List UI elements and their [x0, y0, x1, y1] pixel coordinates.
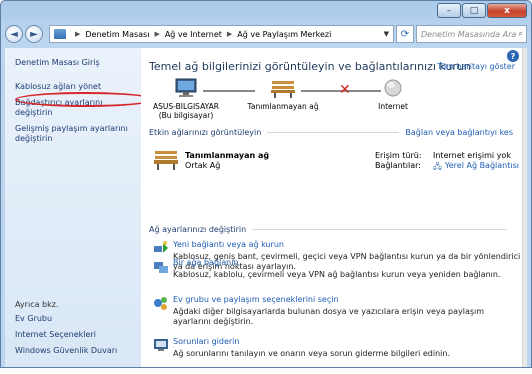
- address-bar[interactable]: ▶ Denetim Masası ▶ Ağ ve Internet ▶ Ağ v…: [49, 25, 394, 43]
- breadcrumb-control-panel[interactable]: Denetim Masası: [85, 30, 149, 39]
- map-node-network: Tanımlanmayan ağ: [243, 78, 323, 111]
- main-pane: ? Temel ağ bilgilerinizi görüntüleyin ve…: [141, 48, 527, 367]
- troubleshoot-desc: Ağ sorunlarını tanılayın ve onarın veya …: [173, 349, 451, 358]
- highlight-ellipse: [15, 92, 155, 107]
- globe-icon: [384, 79, 402, 97]
- task-troubleshoot: Sorunları giderin Ağ sorunlarını tanılay…: [173, 337, 521, 359]
- help-icon[interactable]: ?: [507, 50, 519, 62]
- access-type-row: Erişim türü: Internet erişimi yok: [375, 151, 511, 160]
- breadcrumb-separator[interactable]: ▶: [75, 30, 80, 38]
- section-divider: [267, 132, 400, 133]
- breadcrumb-network-sharing-center[interactable]: Ağ ve Paylaşım Merkezi: [237, 30, 331, 39]
- change-settings-heading: Ağ ayarlarınızı değiştirin: [149, 225, 247, 234]
- page-title: Temel ağ bilgilerinizi görüntüleyin ve b…: [149, 60, 471, 73]
- bench-icon: [271, 81, 295, 98]
- new-connection-icon: [154, 241, 168, 253]
- windows-firewall-link[interactable]: Windows Güvenlik Duvarı: [15, 346, 117, 356]
- internet-options-link[interactable]: Internet Seçenekleri: [15, 330, 117, 340]
- search-placeholder: Denetim Masasında Ara: [421, 29, 517, 39]
- advanced-sharing-link[interactable]: Gelişmiş paylaşım ayarlarını değiştirin: [15, 124, 141, 144]
- connections-label: Bağlantılar:: [375, 161, 421, 170]
- bench-icon: [154, 151, 178, 170]
- computer-name: ASUS-BILGISAYAR: [153, 102, 219, 111]
- breadcrumb-network-internet[interactable]: Ağ ve Internet: [165, 30, 222, 39]
- back-button[interactable]: ◄: [5, 25, 23, 43]
- window-controls: – □ x: [436, 3, 527, 18]
- control-panel-home-link[interactable]: Denetim Masası Giriş: [15, 58, 141, 68]
- search-icon[interactable]: ⌕: [519, 29, 523, 39]
- minimize-button[interactable]: –: [437, 3, 461, 18]
- homegroup-options-desc: Ağdaki diğer bilgisayarlarda bulunan dos…: [173, 307, 485, 326]
- troubleshoot-icon: [154, 339, 168, 351]
- no-connection-icon: ✕: [339, 82, 351, 98]
- maximize-button[interactable]: □: [462, 3, 486, 18]
- local-area-connection-link[interactable]: Yerel Ağ Bağlantısı: [445, 161, 519, 175]
- change-settings-section: Ağ ayarlarınızı değiştirin: [149, 225, 513, 234]
- ethernet-icon: 🖧: [433, 162, 442, 171]
- forward-button[interactable]: ►: [25, 25, 43, 43]
- see-also-heading: Ayrıca bkz.: [15, 300, 59, 309]
- close-button[interactable]: x: [487, 3, 527, 18]
- breadcrumb-separator[interactable]: ▶: [227, 30, 232, 38]
- active-network-panel: Tanımlanmayan ağ Ortak Ağ Erişim türü: I…: [153, 146, 525, 182]
- access-type-value: Internet erişimi yok: [433, 151, 511, 160]
- active-network-name: Tanımlanmayan ağ: [185, 151, 270, 160]
- see-full-map-link[interactable]: Tüm haritayı göster: [437, 62, 515, 71]
- search-input[interactable]: Denetim Masasında Ara ⌕: [416, 25, 527, 43]
- active-network-type-link[interactable]: Ortak Ağ: [185, 161, 220, 170]
- connections-row: Bağlantılar: 🖧 Yerel Ağ Bağlantısı: [375, 161, 519, 175]
- map-node-computer: ASUS-BILGISAYAR (Bu bilgisayar): [151, 78, 221, 120]
- connect-network-link[interactable]: Bir ağa bağlanın: [173, 258, 521, 268]
- active-networks-heading: Etkin ağlarınızı görüntüleyin: [149, 128, 262, 137]
- address-row: ◄ ► ▶ Denetim Masası ▶ Ağ ve Internet ▶ …: [5, 23, 527, 45]
- connect-network-desc: Kablosuz, kablolu, çevirmeli veya VPN ağ…: [173, 270, 501, 279]
- access-type-label: Erişim türü:: [375, 151, 422, 160]
- connect-network-icon: [154, 262, 168, 273]
- control-panel-window: – □ x ◄ ► ▶ Denetim Masası ▶ Ağ ve Inter…: [0, 0, 532, 368]
- homegroup-options-link[interactable]: Ev grubu ve paylaşım seçeneklerini seçin: [173, 295, 521, 305]
- breadcrumb-separator[interactable]: ▶: [154, 30, 159, 38]
- connect-disconnect-link[interactable]: Bağlan veya bağlantıyı kes: [405, 128, 513, 137]
- troubleshoot-link[interactable]: Sorunları giderin: [173, 337, 521, 347]
- control-panel-icon: [54, 29, 66, 39]
- computer-icon: [175, 78, 197, 97]
- see-also-links: Ev Grubu Internet Seçenekleri Windows Gü…: [15, 314, 117, 362]
- address-dropdown-icon[interactable]: ▼: [384, 30, 389, 38]
- task-connect-network: Bir ağa bağlanın Kablosuz, kablolu, çevi…: [173, 258, 521, 280]
- refresh-button[interactable]: ⟳: [396, 25, 414, 43]
- section-divider: [252, 229, 507, 230]
- vertical-scrollbar[interactable]: [522, 48, 527, 367]
- manage-wireless-link[interactable]: Kablosuz ağları yönet: [15, 82, 141, 92]
- task-homegroup: Ev grubu ve paylaşım seçeneklerini seçin…: [173, 295, 521, 327]
- new-connection-link[interactable]: Yeni bağlantı veya ağ kurun: [173, 240, 521, 250]
- homegroup-icon: [154, 297, 167, 310]
- computer-sub: (Bu bilgisayar): [158, 111, 214, 120]
- map-node-internet: Internet: [363, 78, 423, 111]
- network-name[interactable]: Tanımlanmayan ağ: [243, 102, 323, 111]
- active-networks-section: Etkin ağlarınızı görüntüleyin Bağlan vey…: [149, 128, 513, 137]
- network-map: ✕ ASUS-BILGISAYAR (Bu bilgisayar) Tanıml…: [151, 78, 431, 120]
- internet-label[interactable]: Internet: [363, 102, 423, 111]
- homegroup-link[interactable]: Ev Grubu: [15, 314, 117, 324]
